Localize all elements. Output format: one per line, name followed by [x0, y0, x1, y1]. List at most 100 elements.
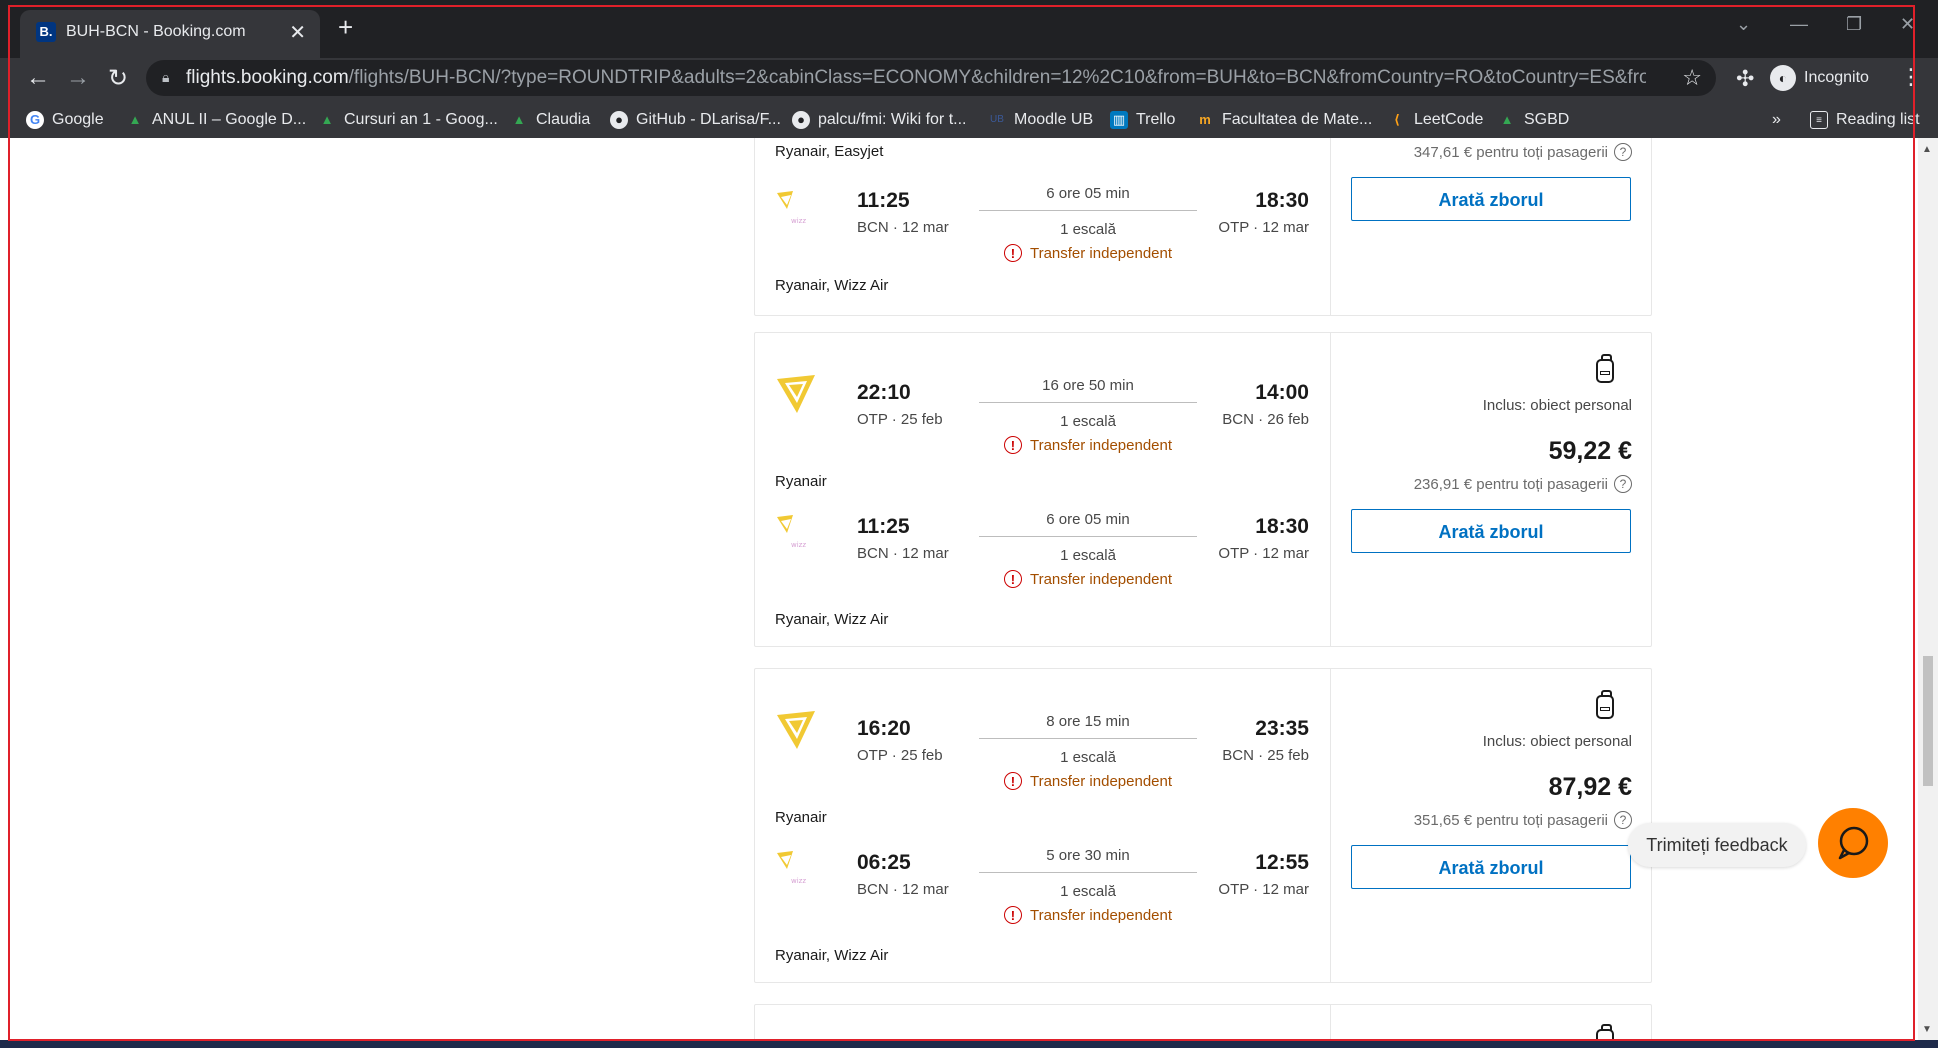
bookmark-label: ANUL II – Google D... [152, 111, 307, 128]
personal-item-bag-icon [1596, 690, 1614, 719]
transfer-warning[interactable]: ! Transfer independent [979, 436, 1197, 454]
bookmark-sgbd[interactable]: ▲ SGBD [1498, 108, 1570, 132]
airline-logo [775, 709, 819, 758]
restore-icon[interactable]: ❐ [1846, 14, 1862, 35]
airline-logo: wizz [775, 849, 815, 894]
departure: 11:25 BCN · 12 mar [857, 515, 949, 562]
scroll-up-icon[interactable]: ▲ [1922, 144, 1932, 155]
price-panel: Inclus: obiect personal 59,22 € 236,91 €… [1330, 333, 1652, 646]
svg-text:wizz: wizz [791, 877, 806, 885]
flight-leg: wizz 11:25 BCN · 12 mar 6 ore 05 min 1 e… [755, 175, 1329, 285]
transfer-label: Transfer independent [1029, 244, 1173, 262]
bookmark-label: GitHub - DLarisa/F... [636, 111, 781, 128]
arrival: 18:30 OTP · 12 mar [1218, 515, 1309, 562]
reload-icon[interactable]: ↻ [108, 64, 128, 93]
tab-strip: B. BUH-BCN - Booking.com ✕ + ⌄ — ❐ ✕ [0, 0, 1938, 58]
total-price-label: 236,91 € pentru toți pasagerii [1413, 475, 1608, 493]
bookmark-moodle[interactable]: UB Moodle UB [988, 108, 1093, 132]
arrival-time: 12:55 [1255, 851, 1309, 874]
address-bar[interactable]: 🔒︎ flights.booking.com/flights/BUH-BCN/?… [146, 60, 1716, 96]
browser-menu-icon[interactable]: ⋮ [1900, 64, 1922, 90]
bookmark-trello[interactable]: ▥ Trello [1110, 108, 1175, 132]
bookmark-facultatea[interactable]: m Facultatea de Mate... [1196, 108, 1372, 132]
minimize-icon[interactable]: — [1790, 14, 1808, 35]
transfer-label: Transfer independent [1029, 570, 1173, 588]
bookmark-claudia[interactable]: ▲ Claudia [510, 108, 591, 132]
ryanair-logo-icon [777, 375, 815, 413]
chat-button[interactable] [1818, 808, 1888, 878]
show-flight-button[interactable]: Arată zborul [1351, 177, 1631, 221]
arrival-time: 18:30 [1255, 515, 1309, 538]
fmi-icon: m [1199, 112, 1211, 127]
transfer-warning[interactable]: ! Transfer independent [979, 906, 1197, 924]
flight-legs: 16:20 OTP · 25 feb 8 ore 15 min 1 escală… [755, 669, 1329, 982]
leg-summary: 5 ore 30 min 1 escală ! Transfer independ… [979, 847, 1197, 924]
lock-icon[interactable]: 🔒︎ [162, 69, 169, 86]
reading-list-icon: ≡ [1810, 111, 1828, 129]
flight-duration: 8 ore 15 min [979, 713, 1197, 739]
back-icon[interactable]: ← [26, 64, 50, 92]
svg-text:wizz: wizz [791, 217, 806, 225]
leg-summary: 6 ore 05 min 1 escală ! Transfer independ… [979, 185, 1197, 262]
transfer-warning[interactable]: ! Transfer independent [979, 244, 1197, 262]
url-domain: flights.booking.com [186, 67, 349, 88]
stops-count: 1 escală [1060, 883, 1116, 900]
bookmark-palcu-fmi[interactable]: ● palcu/fmi: Wiki for t... [792, 108, 966, 132]
bookmark-leetcode[interactable]: ⟨ LeetCode [1388, 108, 1483, 132]
help-icon[interactable]: ? [1614, 475, 1632, 493]
bookmark-anul-ii[interactable]: ▲ ANUL II – Google D... [126, 108, 307, 132]
scroll-down-icon[interactable]: ▼ [1922, 1024, 1932, 1035]
page-scrollbar[interactable]: ▲ ▼ [1918, 138, 1938, 1048]
transfer-label: Transfer independent [1029, 436, 1173, 454]
show-flight-button[interactable]: Arată zborul [1351, 509, 1631, 553]
help-icon[interactable]: ? [1614, 143, 1632, 161]
forward-icon[interactable]: → [66, 64, 90, 92]
tab-search-icon[interactable]: ⌄ [1736, 14, 1751, 35]
bookmark-github-dlarisa[interactable]: ● GitHub - DLarisa/F... [610, 108, 781, 132]
bookmark-label: palcu/fmi: Wiki for t... [818, 111, 967, 128]
flight-duration: 5 ore 30 min [979, 847, 1197, 873]
url-text[interactable]: flights.booking.com/flights/BUH-BCN/?typ… [186, 67, 1646, 89]
transfer-label: Transfer independent [1029, 772, 1173, 790]
help-icon[interactable]: ? [1614, 811, 1632, 829]
close-window-icon[interactable]: ✕ [1900, 14, 1915, 35]
reading-list[interactable]: ≡ Reading list [1810, 108, 1920, 132]
incognito-icon: ◐ [1770, 65, 1796, 91]
total-price: 236,91 € pentru toți pasagerii? [1414, 475, 1632, 493]
browser-tab[interactable]: B. BUH-BCN - Booking.com ✕ [20, 10, 320, 58]
warning-icon: ! [1003, 570, 1022, 588]
google-icon: G [26, 111, 44, 129]
transfer-warning[interactable]: ! Transfer independent [979, 570, 1197, 588]
flight-result-card: 16:20 OTP · 25 feb 8 ore 15 min 1 escală… [754, 668, 1652, 983]
scrollbar-thumb[interactable] [1923, 656, 1933, 786]
leg-summary: 8 ore 15 min 1 escală ! Transfer independ… [979, 713, 1197, 790]
leg-summary: 16 ore 50 min 1 escală ! Transfer indepen… [979, 377, 1197, 454]
github-icon: ● [610, 111, 628, 129]
trello-icon: ▥ [1110, 111, 1128, 129]
github-icon: ● [792, 111, 810, 129]
bookmark-cursuri[interactable]: ▲ Cursuri an 1 - Goog... [318, 108, 498, 132]
transfer-warning[interactable]: ! Transfer independent [979, 772, 1197, 790]
airline-logo: wizz [775, 189, 815, 234]
leetcode-icon: ⟨ [1394, 112, 1400, 127]
chat-bubble-icon [1838, 826, 1869, 860]
flight-leg: 16:20 OTP · 25 feb 8 ore 15 min 1 escală… [755, 699, 1329, 809]
bookmark-label: Moodle UB [1014, 111, 1094, 128]
booking-favicon-icon: B. [36, 22, 56, 42]
browser-chrome: B. BUH-BCN - Booking.com ✕ + ⌄ — ❐ ✕ ← →… [0, 0, 1938, 138]
incognito-indicator[interactable]: ◐ Incognito [1770, 62, 1869, 94]
more-bookmarks[interactable]: » [1772, 108, 1781, 132]
new-tab-icon[interactable]: + [338, 14, 353, 40]
close-tab-icon[interactable]: ✕ [289, 20, 306, 45]
departure: 11:25 BCN · 12 mar [857, 189, 949, 236]
flight-legs: 22:10 OTP · 25 feb 16 ore 50 min 1 escal… [755, 333, 1329, 646]
show-flight-button[interactable]: Arată zborul [1351, 845, 1631, 889]
bookmark-google[interactable]: G Google [26, 108, 104, 132]
arrival-time: 14:00 [1255, 381, 1309, 404]
departure-place: BCN · 12 mar [857, 545, 949, 562]
departure: 22:10 OTP · 25 feb [857, 381, 943, 428]
arrival-time: 18:30 [1255, 189, 1309, 212]
bookmark-star-icon[interactable]: ☆ [1682, 65, 1702, 91]
feedback-button[interactable]: Trimiteți feedback [1628, 823, 1806, 867]
extensions-icon[interactable]: ✣ [1736, 66, 1754, 92]
